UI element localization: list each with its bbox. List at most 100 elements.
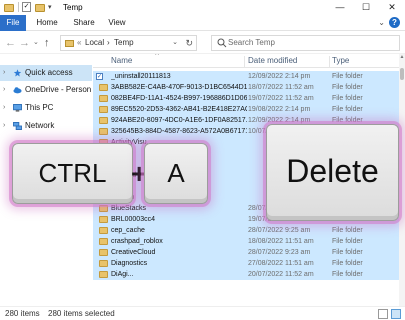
file-name: _uninstall20111813 [111, 73, 171, 80]
table-row[interactable]: cep_cache 28/07/2022 9:25 am File folder [93, 225, 399, 236]
file-date: 12/09/2022 2:14 pm [248, 73, 311, 80]
row-checkbox[interactable]: ✓ [96, 73, 103, 80]
table-row[interactable]: 3ABB582E-C4AB-470F-9013-D1BC6544D1... 18/… [93, 82, 399, 93]
ribbon: File Home Share View ⌄ ? [0, 15, 405, 31]
file-date: 19/08/2022 2:14 pm [248, 106, 311, 113]
file-type: File folder [332, 73, 363, 80]
sidebar-item-onedrive[interactable]: › OneDrive - Personal [0, 82, 92, 98]
file-type: File folder [332, 106, 363, 113]
column-header-row: ˄ Name Date modified Type [93, 54, 405, 68]
file-date: 18/07/2022 11:52 am [248, 84, 314, 91]
vertical-scrollbar[interactable]: ▲ [399, 54, 405, 306]
file-date: 18/08/2022 11:51 am [248, 238, 314, 245]
folder-icon [99, 238, 108, 245]
folder-icon [4, 4, 14, 12]
table-row[interactable]: 89EC5520-2D53-4362-AB41-B2E418E27AC4 19/0… [93, 104, 399, 115]
folder-icon [99, 260, 108, 267]
file-date: 19/07/2022 11:52 am [248, 95, 314, 102]
file-name: DiAgi... [111, 271, 134, 278]
file-name: 325645B3-884D-4587-8623-A572A0B67171 [111, 128, 247, 135]
column-divider[interactable] [244, 56, 245, 67]
customize-toolbar-icon[interactable]: ▾ [48, 3, 52, 13]
help-icon[interactable]: ? [389, 17, 400, 28]
recent-locations-icon[interactable]: ⌄ [33, 36, 39, 50]
column-header-type[interactable]: Type [332, 55, 349, 67]
file-name: cep_cache [111, 227, 145, 234]
table-row[interactable]: crashpad_roblox 18/08/2022 11:51 am File f… [93, 236, 399, 247]
folder-icon [99, 227, 108, 234]
address-bar[interactable]: « Local › Temp ⌄ ↻ [60, 35, 197, 51]
breadcrumb-local[interactable]: Local [85, 37, 104, 49]
file-type: File folder [332, 227, 363, 234]
star-icon [13, 69, 22, 77]
table-row[interactable]: CreativeCloud 28/07/2022 9:23 am File fold… [93, 247, 399, 258]
chevron-down-icon[interactable]: ⌄ [172, 37, 178, 49]
network-icon [13, 122, 22, 130]
file-name: crashpad_roblox [111, 238, 163, 245]
file-date: 28/07/2022 9:25 am [248, 227, 311, 234]
window-title: Temp [63, 3, 83, 12]
large-icons-view-icon[interactable] [391, 309, 401, 319]
file-type: File folder [332, 249, 363, 256]
column-header-name[interactable]: Name [111, 55, 132, 67]
tab-view[interactable]: View [106, 15, 128, 31]
refresh-icon[interactable]: ↻ [185, 37, 193, 49]
properties-icon[interactable]: ✓ [22, 2, 31, 12]
cloud-icon [13, 87, 22, 94]
chevron-right-icon[interactable]: › [3, 65, 5, 81]
address-row: ← → ⌄ ↑ « Local › Temp ⌄ ↻ Search Temp [0, 32, 405, 54]
tab-file[interactable]: File [0, 15, 26, 31]
sidebar-item-label: OneDrive - Personal [25, 85, 91, 94]
file-name: CreativeCloud [111, 249, 156, 256]
sidebar-item-quick-access[interactable]: › Quick access [0, 65, 92, 81]
chevron-icon: « [77, 38, 82, 47]
item-count: 280 items [5, 309, 40, 318]
table-row[interactable]: Diagnostics 27/08/2022 11:51 am File folde… [93, 258, 399, 269]
details-view-icon[interactable] [378, 309, 388, 319]
close-button[interactable]: ✕ [379, 0, 405, 15]
minimize-button[interactable]: — [327, 0, 353, 15]
column-divider[interactable] [329, 56, 330, 67]
file-name: 3ABB582E-C4AB-470F-9013-D1BC6544D1... [111, 84, 247, 91]
chevron-right-icon[interactable]: › [3, 118, 5, 134]
folder-icon [99, 271, 108, 278]
scroll-up-icon[interactable]: ▲ [399, 54, 405, 60]
file-type: File folder [332, 84, 363, 91]
back-arrow-icon[interactable]: ← [5, 36, 16, 50]
delete-key: Delete [266, 124, 399, 221]
table-row[interactable]: DiAgi... 20/07/2022 11:52 am File folder [93, 269, 399, 280]
file-name: Diagnostics [111, 260, 148, 267]
forward-arrow-icon[interactable]: → [19, 36, 30, 50]
file-name: 89EC5520-2D53-4362-AB41-B2E418E27AC4 [111, 106, 247, 113]
search-input[interactable]: Search Temp [211, 35, 400, 51]
sort-ascending-icon: ˄ [155, 54, 160, 58]
folder-icon [99, 106, 108, 113]
chevron-right-icon[interactable]: › [3, 82, 5, 98]
breadcrumb-temp[interactable]: Temp [114, 37, 134, 49]
file-type: File folder [332, 95, 363, 102]
scrollbar-thumb[interactable] [400, 68, 404, 80]
expand-ribbon-icon[interactable]: ⌄ [378, 16, 385, 30]
column-header-date[interactable]: Date modified [248, 55, 297, 67]
table-row[interactable]: ✓ _uninstall20111813 12/09/2022 2:14 pm Fil… [93, 71, 399, 82]
file-name: BRL00003cc4 [111, 216, 155, 223]
tab-home[interactable]: Home [34, 15, 60, 31]
up-arrow-icon[interactable]: ↑ [44, 36, 50, 50]
file-date: 28/07/2022 9:23 am [248, 249, 311, 256]
a-key: A [144, 143, 208, 204]
folder-icon [99, 128, 108, 135]
folder-icon [65, 40, 74, 47]
folder-icon [99, 205, 108, 212]
folder-icon [99, 216, 108, 223]
sidebar-item-this-pc[interactable]: › This PC [0, 100, 92, 116]
new-folder-icon[interactable] [35, 4, 45, 12]
chevron-right-icon[interactable]: › [3, 100, 5, 116]
file-name: 082BE4FD-11A1-4524-B997-196886D1D068 [111, 95, 247, 102]
tab-share[interactable]: Share [71, 15, 97, 31]
sidebar-item-label: This PC [25, 103, 54, 112]
divider [18, 2, 19, 12]
folder-icon [99, 249, 108, 256]
maximize-button[interactable]: ☐ [353, 0, 379, 15]
table-row[interactable]: 082BE4FD-11A1-4524-B997-196886D1D068 19/0… [93, 93, 399, 104]
sidebar-item-network[interactable]: › Network [0, 118, 92, 134]
